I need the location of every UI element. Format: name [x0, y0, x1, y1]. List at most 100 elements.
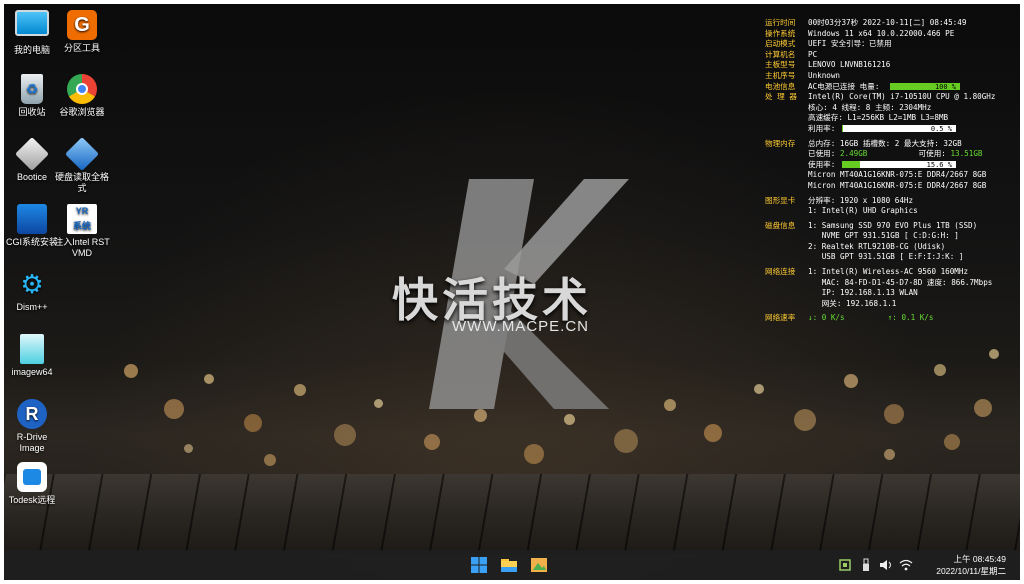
memory-used-label: 已使用: [808, 149, 836, 159]
network-label: 网络连接 [765, 267, 796, 277]
taskbar: 上午 08:45:49 2022/10/11/星期二 [4, 550, 1020, 580]
cpu-usage-bar: 0.5 % [841, 125, 956, 133]
desktop-icon-label: 我的电脑 [13, 45, 50, 55]
desktop-icon-label: R-Drive Image [16, 432, 48, 453]
memory-usage-label: 使用率: [808, 159, 836, 169]
desktop-icon-rdrive[interactable]: R R-Drive Image [4, 399, 60, 454]
image-tool-icon[interactable] [529, 555, 549, 575]
desktop-icon-cgi-installer[interactable]: CGI系统安装 [4, 204, 60, 248]
cpu-model: Intel(R) Core(TM) i7-10510U CPU @ 1.80GH… [808, 92, 996, 102]
memory-dimm-1: Micron MT40A1G16KNR-075:E DDR4/2667 8GB [808, 170, 987, 180]
os-value: Windows 11 x64 10.0.22000.466 PE [808, 28, 955, 38]
desktop-icon-label: imagew64 [11, 367, 53, 377]
dism-icon: ⚙ [20, 269, 44, 299]
memory-usage-bar-fill [841, 161, 860, 169]
memory-dimm-2: Micron MT40A1G16KNR-075:E DDR4/2667 8GB [808, 180, 987, 190]
sysinfo-network: 网络连接 1: Intel(R) Wireless-AC 9560 160MHz [765, 267, 1015, 278]
desktop-icon-partition-tool[interactable]: G 分区工具 [54, 10, 110, 54]
disk-1-detail: NVME GPT 931.51GB [ C:D:G:H: ] [808, 231, 959, 241]
runtime-value: 00时03分37秒 2022-10-11[二] 08:45:49 [808, 18, 967, 27]
imagew-icon [20, 334, 44, 364]
todesk-icon [17, 462, 47, 492]
disk-reader-icon [65, 137, 99, 171]
desktop-icon-my-computer[interactable]: 我的电脑 [4, 10, 60, 56]
sysinfo-cpu: 处 理 器 Intel(R) Core(TM) i7-10510U CPU @ … [765, 92, 1015, 103]
runtime-label: 运行时间 [765, 18, 796, 27]
network-adapter: 1: Intel(R) Wireless-AC 9560 160MHz [808, 267, 969, 277]
network-mac: MAC: 84-FD-D1-45-D7-8D 速度: 866.7Mbps [808, 277, 993, 287]
speaker-icon[interactable] [879, 558, 893, 572]
sysinfo-gpu: 图形显卡 分辨率: 1920 x 1080 64Hz [765, 196, 1015, 207]
sysinfo-runtime: 运行时间 00时03分37秒 2022-10-11[二] 08:45:49 [765, 18, 1015, 29]
desktop-icon-label: 回收站 [18, 107, 46, 117]
file-explorer-icon[interactable] [499, 555, 519, 575]
boot-label: 启动模式 [765, 39, 796, 49]
gpu-label: 图形显卡 [765, 195, 796, 205]
desktop-icon-label: 硬盘读取全格式 [54, 172, 109, 193]
pcname-label: 计算机名 [765, 49, 796, 59]
memory-label: 物理内存 [765, 138, 796, 148]
desktop-icon-dism[interactable]: ⚙ Dism++ [4, 269, 60, 313]
desktop-icon-label: Todesk远程 [8, 495, 56, 505]
brand-url: WWW.MACPE.CN [452, 318, 589, 335]
battery-bar: 100 % [890, 83, 961, 92]
desktop-screen: 快活技术 WWW.MACPE.CN 我的电脑 G 分区工具 ♻ 回收站 谷歌浏览… [4, 4, 1020, 580]
boot-value: UEFI 安全引导：已禁用 [808, 39, 892, 49]
device-icon[interactable] [838, 558, 852, 572]
wooden-floor [4, 474, 1020, 554]
sysinfo-memory: 物理内存 总内存: 16GB 插槽数: 2 最大支持: 32GB [765, 139, 1015, 150]
desktop-icon-recycle-bin[interactable]: ♻ 回收站 [4, 74, 60, 118]
speed-label: 网络速率 [765, 313, 796, 323]
serial-value: Unknown [808, 70, 841, 80]
memory-usage-text: 15.6 % [926, 161, 952, 170]
desktop-icon-imagew[interactable]: imagew64 [4, 334, 60, 378]
cpu-usage-label: 利用率: [808, 123, 836, 133]
bootice-icon [15, 137, 49, 171]
battery-bar-text: 100 % [934, 83, 957, 92]
sysinfo-disk: 磁盘信息 1: Samsung SSD 970 EVO Plus 1TB (SS… [765, 221, 1015, 232]
clock-date: 2022/10/11/星期二 [936, 566, 1006, 576]
system-info-panel: 运行时间 00时03分37秒 2022-10-11[二] 08:45:49 操作… [765, 18, 1015, 324]
desktop-icon-disk-reader[interactable]: 硬盘读取全格式 [54, 137, 110, 194]
upload-speed: ↑: 0.1 K/s [887, 313, 934, 323]
serial-label: 主机序号 [765, 70, 796, 80]
desktop-icon-intel-rst[interactable]: YR 系统 注入Intel RST VMD [54, 204, 110, 259]
sysinfo-board: 主板型号 LENOVO LNVNB161216 [765, 60, 1015, 71]
cpu-usage-bar-fill [841, 125, 843, 133]
memory-usage-bar: 15.6 % [841, 161, 956, 170]
taskbar-clock[interactable]: 上午 08:45:49 2022/10/11/星期二 [936, 553, 1006, 577]
disk-2-detail: USB GPT 931.51GB [ E:F:I:J:K: ] [808, 252, 964, 262]
computer-icon [15, 10, 49, 36]
desktop-icon-todesk[interactable]: Todesk远程 [4, 462, 60, 506]
desktop-icon-chrome[interactable]: 谷歌浏览器 [54, 74, 110, 118]
cpu-cache: 高速缓存: L1=256KB L2=1MB L3=8MB [808, 113, 949, 123]
sysinfo-os: 操作系统 Windows 11 x64 10.0.22000.466 PE [765, 29, 1015, 40]
wifi-icon[interactable] [899, 558, 913, 572]
cgi-installer-icon [17, 204, 47, 234]
windows-start-icon[interactable] [469, 555, 489, 575]
usb-icon[interactable] [859, 558, 873, 572]
clock-time: 上午 08:45:49 [953, 554, 1006, 564]
disk-1: 1: Samsung SSD 970 EVO Plus 1TB (SSD) [808, 220, 978, 230]
desktop-icon-label: Dism++ [16, 302, 48, 312]
desktop-icon-label: 注入Intel RST VMD [54, 237, 110, 258]
sysinfo-boot: 启动模式 UEFI 安全引导：已禁用 [765, 39, 1015, 50]
download-speed: ↓: 0 K/s [808, 313, 845, 323]
pcname-value: PC [808, 49, 818, 59]
recycle-bin-icon: ♻ [21, 74, 43, 104]
sysinfo-battery: 电池信息 AC电源已连接 电量: 100 % [765, 82, 1015, 93]
partition-tool-icon: G [67, 10, 97, 40]
gpu-resolution: 分辨率: 1920 x 1080 64Hz [808, 195, 914, 205]
disk-2: 2: Realtek RTL9210B-CG (Udisk) [808, 241, 946, 251]
disk-label: 磁盘信息 [765, 220, 796, 230]
chrome-icon [67, 74, 97, 104]
desktop-icon-bootice[interactable]: Bootice [4, 137, 60, 183]
memory-total: 总内存: 16GB 插槽数: 2 最大支持: 32GB [808, 138, 962, 148]
board-value: LENOVO LNVNB161216 [808, 60, 891, 70]
board-label: 主板型号 [765, 60, 796, 70]
battery-label: 电池信息 [765, 81, 796, 91]
network-gateway: 网关: 192.168.1.1 [808, 298, 897, 308]
memory-avail-label: 可使用: [918, 149, 946, 159]
memory-used: 2.49GB [839, 149, 868, 159]
battery-value: AC电源已连接 电量: [808, 81, 880, 91]
